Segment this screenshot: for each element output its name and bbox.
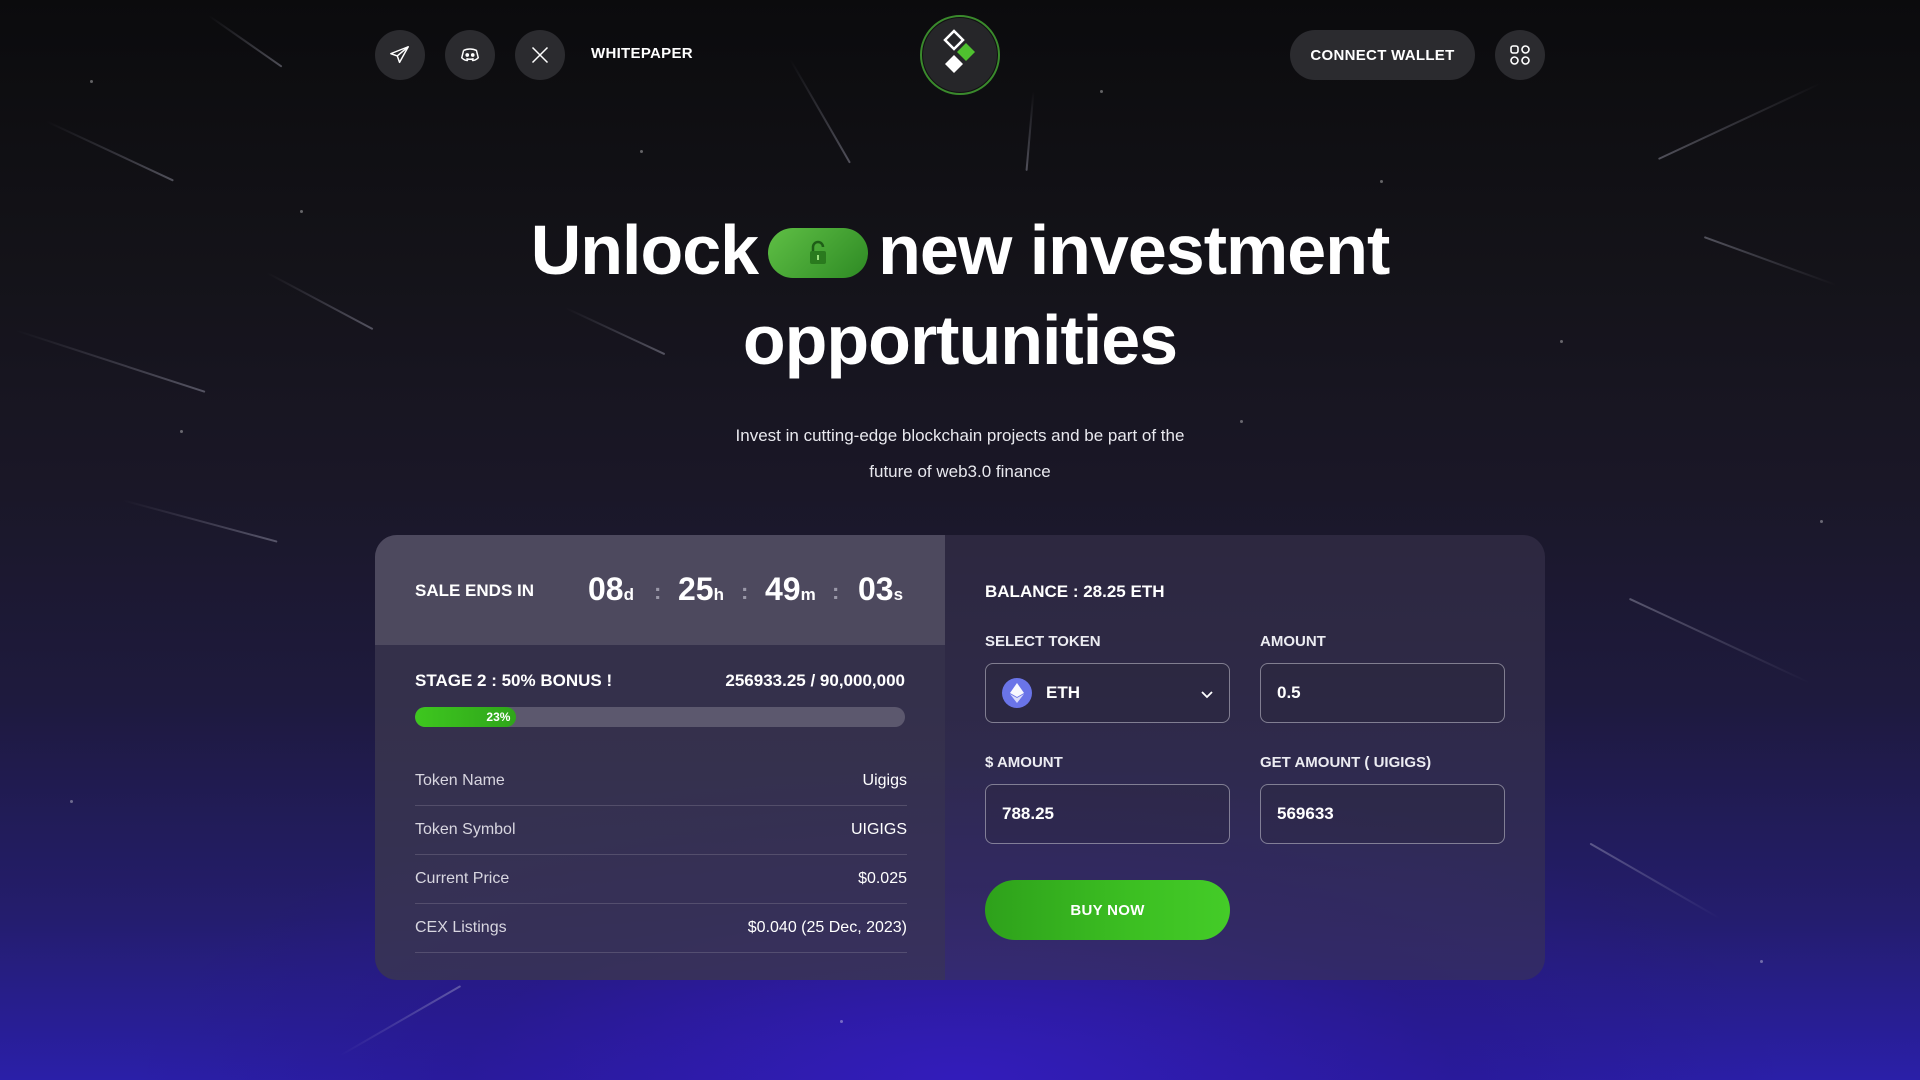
- countdown-separator: :: [654, 579, 662, 604]
- info-row-cex-listings: CEX Listings $0.040 (25 Dec, 2023): [415, 904, 907, 953]
- countdown-bar: SALE ENDS IN 08d : 25h : 49m : 03s: [375, 535, 945, 645]
- presale-card: SALE ENDS IN 08d : 25h : 49m : 03s STAGE…: [375, 535, 1545, 980]
- countdown-minutes: 49m: [765, 571, 816, 607]
- telegram-icon: [390, 46, 409, 64]
- get-amount-label: GET AMOUNT ( UIGIGS): [1260, 754, 1432, 771]
- subtitle-line2: future of web3.0 finance: [869, 462, 1051, 481]
- info-key: Current Price: [415, 870, 510, 887]
- selected-token: ETH: [1046, 683, 1080, 702]
- countdown-seconds: 03s: [858, 571, 904, 607]
- buy-now-button[interactable]: BUY NOW: [985, 880, 1230, 940]
- info-value: UIGIGS: [850, 821, 907, 838]
- menu-button[interactable]: [1495, 30, 1545, 80]
- info-row-token-name: Token Name Uigigs: [415, 757, 907, 806]
- sale-info-panel: SALE ENDS IN 08d : 25h : 49m : 03s STAGE…: [375, 535, 945, 980]
- info-row-token-symbol: Token Symbol UIGIGS: [415, 806, 907, 855]
- info-value: $0.025: [858, 870, 907, 887]
- info-key: CEX Listings: [415, 919, 507, 936]
- hero-subtitle: Invest in cutting-edge blockchain projec…: [660, 418, 1260, 490]
- usd-amount-input[interactable]: 788.25: [985, 784, 1230, 844]
- select-token-label: SELECT TOKEN: [985, 633, 1101, 650]
- connect-wallet-button[interactable]: CONNECT WALLET: [1290, 30, 1475, 80]
- discord-icon: [460, 48, 480, 62]
- info-key: Token Name: [415, 772, 505, 789]
- whitepaper-link[interactable]: WHITEPAPER: [591, 45, 693, 62]
- countdown-separator: :: [832, 579, 840, 604]
- top-nav: WHITEPAPER CONNECT WALLET: [0, 0, 1920, 110]
- purchase-panel: BALANCE : 28.25 ETH SELECT TOKEN ETH AMO…: [945, 535, 1545, 980]
- amount-input[interactable]: 0.5: [1260, 663, 1505, 723]
- stage-label: STAGE 2 : 50% BONUS !: [415, 671, 613, 690]
- wallet-balance: BALANCE : 28.25 ETH: [985, 582, 1165, 601]
- hero-title-part1: Unlock: [530, 211, 759, 289]
- info-value: Uigigs: [862, 772, 907, 789]
- amount-label: AMOUNT: [1260, 633, 1326, 650]
- countdown-hours: 25h: [678, 571, 724, 607]
- sale-progress-bar: 23%: [415, 707, 905, 727]
- brand-logo[interactable]: [920, 15, 1000, 95]
- info-row-current-price: Current Price $0.025: [415, 855, 907, 904]
- subtitle-line1: Invest in cutting-edge blockchain projec…: [735, 426, 1185, 445]
- discord-button[interactable]: [445, 30, 495, 80]
- telegram-button[interactable]: [375, 30, 425, 80]
- eth-icon: [1002, 678, 1032, 708]
- x-icon: [531, 46, 549, 64]
- tokens-raised: 256933.25 / 90,000,000: [725, 671, 905, 690]
- get-amount-input[interactable]: 569633: [1260, 784, 1505, 844]
- sale-progress-fill: 23%: [415, 707, 517, 727]
- info-value: $0.040 (25 Dec, 2023): [747, 919, 907, 936]
- chevron-down-icon: [1201, 691, 1213, 699]
- diamond-logo-icon: [943, 29, 975, 73]
- x-button[interactable]: [515, 30, 565, 80]
- padlock-icon: [810, 240, 827, 264]
- unlock-pill: [768, 228, 869, 278]
- usd-amount-label: $ AMOUNT: [985, 754, 1063, 771]
- token-select[interactable]: ETH: [985, 663, 1230, 723]
- hero-title-line2: opportunities: [742, 301, 1178, 379]
- sale-ends-label: SALE ENDS IN: [415, 581, 535, 600]
- info-key: Token Symbol: [415, 821, 516, 838]
- grid-menu-icon: [1510, 45, 1530, 65]
- hero-title-part2: new investment: [878, 211, 1390, 289]
- countdown-days: 08d: [588, 571, 634, 607]
- countdown-separator: :: [741, 579, 749, 604]
- hero-title: Unlock new investment opportunities: [0, 205, 1920, 385]
